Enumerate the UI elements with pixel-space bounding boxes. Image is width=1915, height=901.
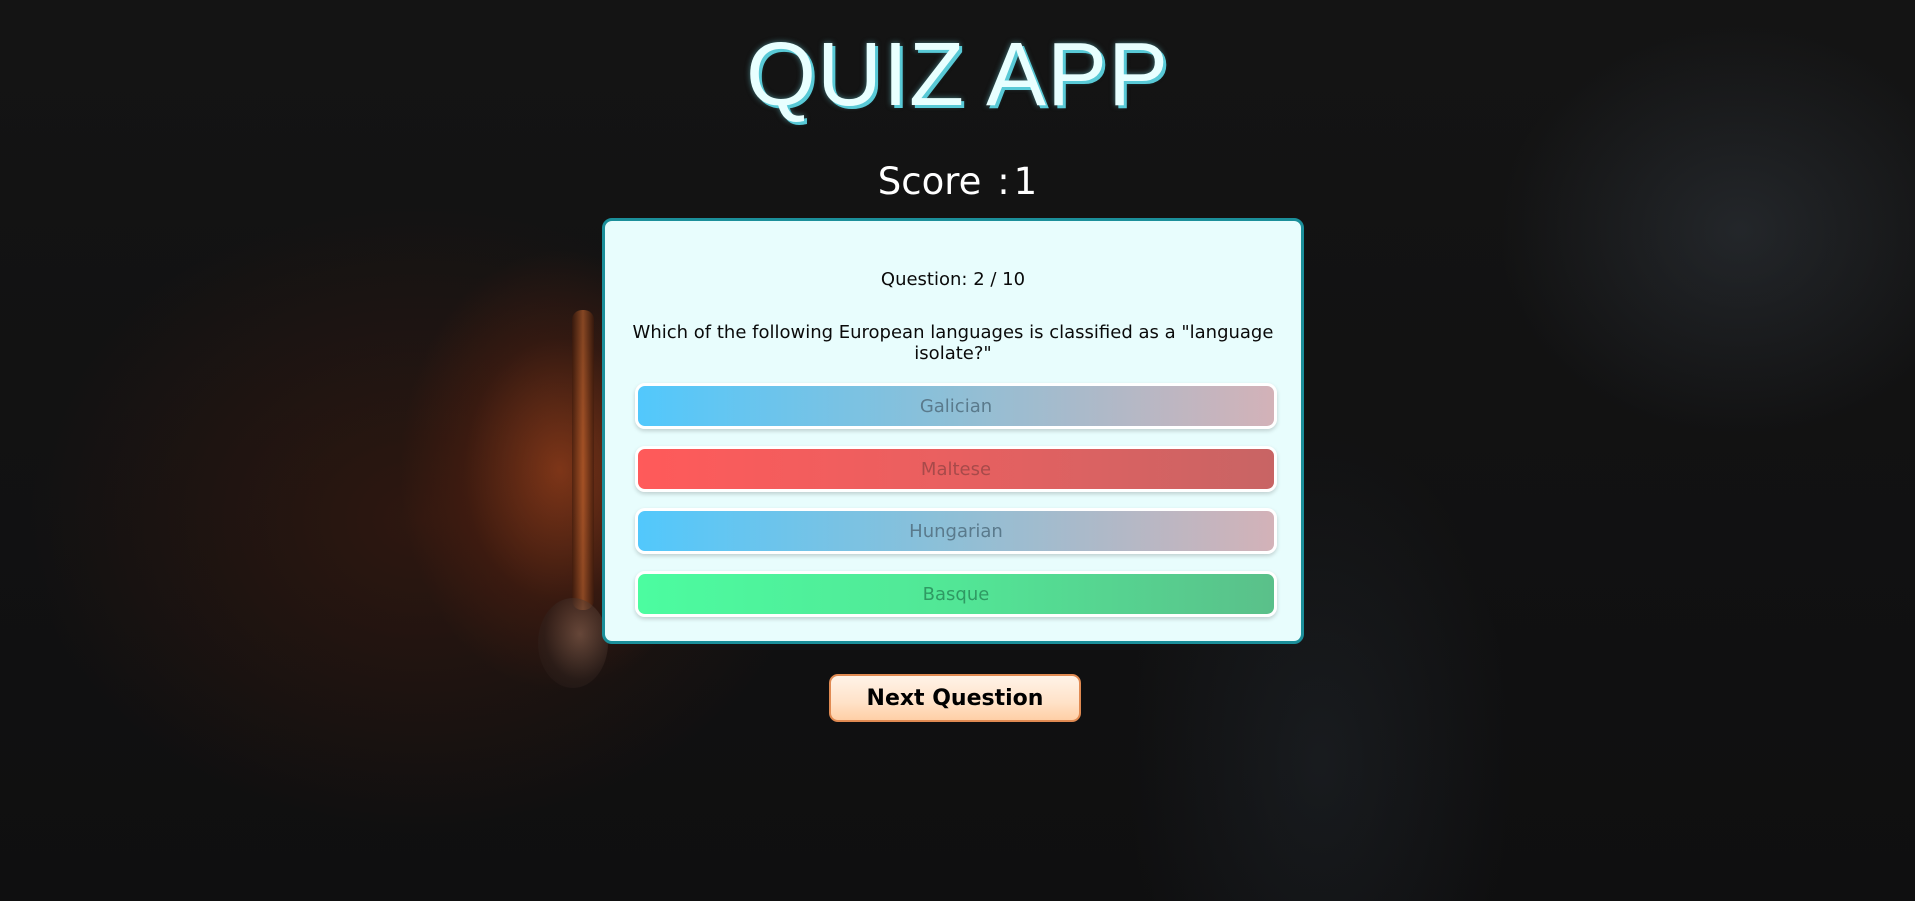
app-title: QUIZ APP: [745, 25, 1170, 125]
background-pipe: [572, 310, 594, 610]
next-question-button[interactable]: Next Question: [829, 674, 1081, 722]
answer-option-maltese[interactable]: Maltese: [635, 446, 1277, 492]
answer-option-galician[interactable]: Galician: [635, 383, 1277, 429]
quiz-card: Question: 2 / 10 Which of the following …: [602, 218, 1304, 644]
score-value: 1: [1013, 160, 1038, 203]
score-label: Score: [877, 160, 982, 203]
question-text: Which of the following European language…: [632, 322, 1274, 364]
answer-option-hungarian[interactable]: Hungarian: [635, 508, 1277, 554]
score-separator: :: [997, 160, 1010, 203]
answer-option-basque[interactable]: Basque: [635, 571, 1277, 617]
question-counter: Question: 2 / 10: [880, 269, 1026, 290]
background-lamp: [538, 598, 608, 688]
score-display: Score :1: [0, 158, 1915, 206]
